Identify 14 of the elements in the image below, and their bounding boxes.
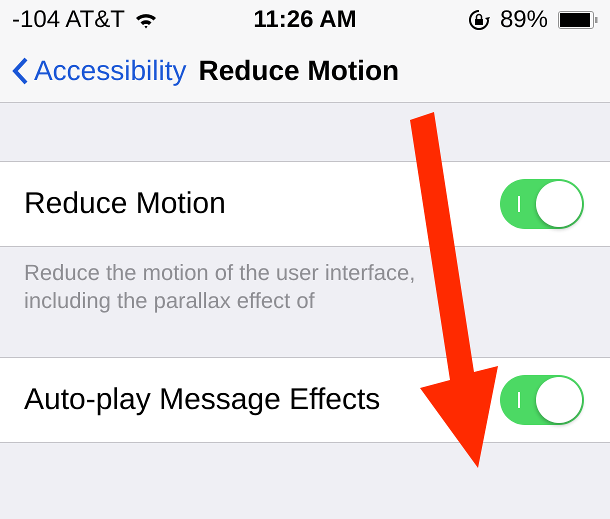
toggle-switch[interactable] xyxy=(500,179,584,229)
clock-text: 11:26 AM xyxy=(253,6,357,34)
row-label: Auto-play Message Effects xyxy=(24,383,380,417)
toggle-switch[interactable] xyxy=(500,375,584,425)
back-button[interactable]: Accessibility xyxy=(12,55,186,87)
carrier-text: -104 AT&T xyxy=(12,6,125,34)
rotation-lock-icon xyxy=(468,9,490,31)
section-footer: Reduce the motion of the user interface, including the parallax effect of xyxy=(0,247,460,327)
wifi-icon xyxy=(134,12,157,28)
battery-icon xyxy=(558,11,598,29)
row-label: Reduce Motion xyxy=(24,187,226,221)
chevron-left-icon xyxy=(12,57,28,85)
nav-title: Reduce Motion xyxy=(198,55,400,87)
battery-percent: 89% xyxy=(500,6,548,34)
